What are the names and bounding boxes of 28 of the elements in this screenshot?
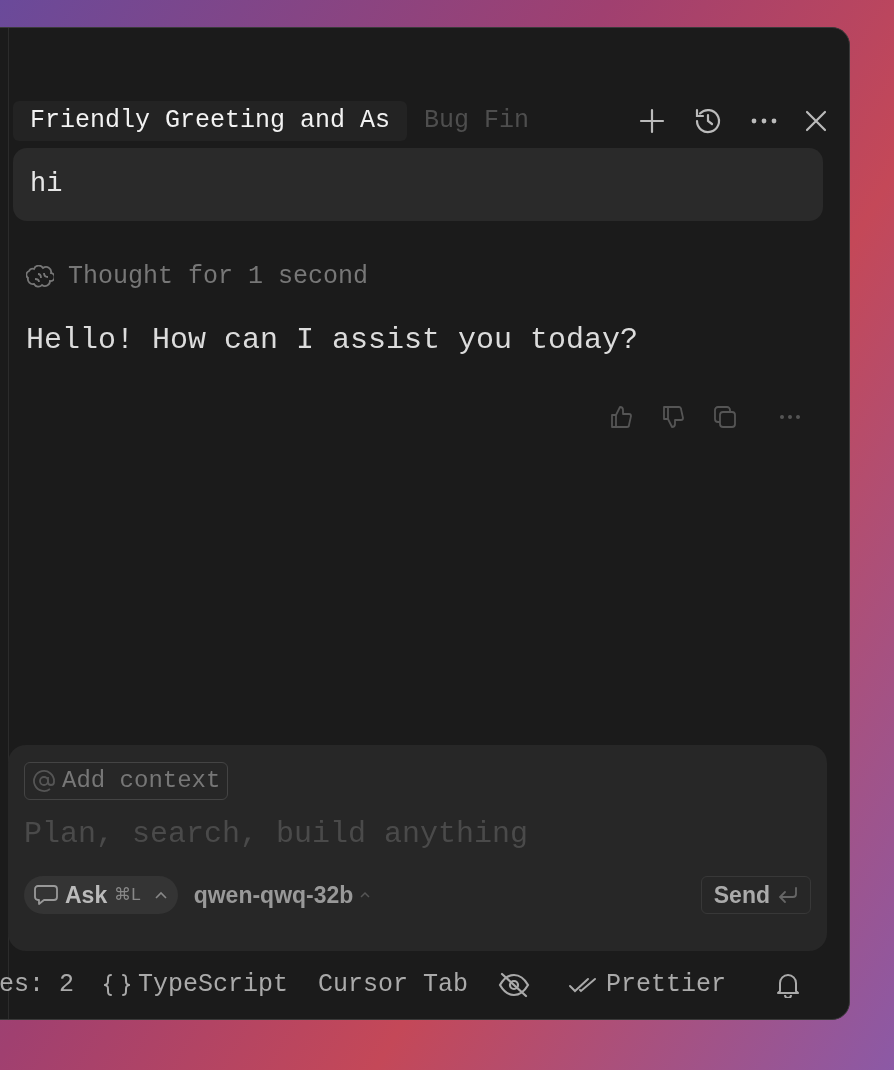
eye-off-icon[interactable] [498, 971, 531, 999]
send-button[interactable]: Send [700, 876, 811, 914]
add-context-chip[interactable]: Add context [24, 762, 229, 800]
more-icon[interactable] [751, 117, 777, 125]
user-message: hi [13, 148, 823, 221]
status-item[interactable]: es: 2 [0, 966, 74, 1004]
mode-selector[interactable]: Ask ⌘L [24, 876, 178, 914]
close-icon[interactable] [805, 110, 827, 132]
caret-up-icon [153, 890, 168, 900]
chat-tab[interactable]: Friendly Greeting and As [13, 101, 408, 141]
assistant-message: Hello! How can I assist you today? [26, 321, 640, 359]
model-selector[interactable]: qwen-qwq-32b [193, 877, 372, 913]
plus-icon[interactable] [639, 108, 665, 134]
status-item[interactable]: Prettier [606, 966, 727, 1004]
at-sign-icon [32, 769, 56, 793]
history-icon[interactable] [693, 106, 723, 136]
status-item[interactable]: TypeScript [138, 966, 289, 1004]
status-item[interactable]: Cursor Tab [318, 966, 469, 1004]
double-check-icon [568, 976, 599, 994]
thumbs-up-icon[interactable] [609, 404, 633, 429]
braces-icon [104, 973, 130, 997]
thumbs-down-icon[interactable] [661, 404, 685, 429]
brain-icon [26, 264, 54, 289]
bell-icon[interactable] [776, 972, 801, 998]
chat-bubble-icon [34, 884, 58, 906]
return-icon [778, 886, 798, 904]
thought-label[interactable]: Thought for 1 second [68, 258, 369, 296]
caret-up-icon [359, 891, 372, 899]
